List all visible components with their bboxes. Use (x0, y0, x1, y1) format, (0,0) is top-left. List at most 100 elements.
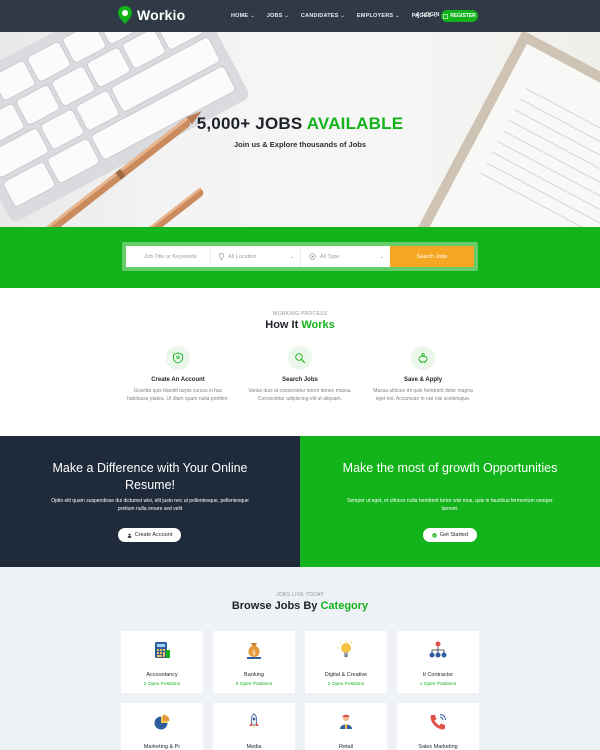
chevron-down-icon: ⌄ (379, 253, 384, 260)
shield-icon (173, 352, 183, 364)
cta-description: Semper ut eget, et ultrices nulla hendre… (347, 498, 553, 512)
login-label: LOGIN (422, 12, 440, 18)
category-name: It Contractor (422, 672, 454, 678)
get-started-button[interactable]: Get Started (423, 528, 477, 542)
step-icon-wrap (166, 346, 190, 370)
edit-icon (443, 13, 449, 19)
lightbulb-icon (337, 640, 355, 657)
cta-growth-panel: Make the most of growth Opportunities Se… (300, 436, 600, 567)
category-card-marketing-pr[interactable]: Marketing & Pr (121, 703, 203, 750)
category-name: Banking (244, 672, 264, 678)
location-pin-icon (219, 253, 224, 260)
hero-title-main: 5,000+ JOBS (196, 114, 303, 133)
hierarchy-icon (429, 641, 447, 658)
menu-item-label: HOME (231, 13, 249, 19)
hero-title: 5,000+ JOBS AVAILABLE (0, 114, 600, 134)
category-count: 2 Open Positions (143, 682, 181, 687)
login-link[interactable]: LOGIN (413, 12, 439, 18)
chevron-down-icon: ⌄ (340, 13, 345, 19)
hero-banner: 5,000+ JOBS AVAILABLE Join us & Explore … (0, 32, 600, 227)
hero-title-accent: AVAILABLE (306, 114, 404, 133)
step-create-account: Create An Account Gravida quis blandit t… (118, 346, 238, 403)
calculator-icon (155, 642, 170, 658)
top-navbar: Workio HOME ⌄ JOBS ⌄ CANDIDATES ⌄ EMPLOYERS… (0, 0, 600, 32)
chevron-down-icon: ⌄ (395, 13, 400, 19)
category-card-digital-creative[interactable]: Digital & Creative 2 Open Positions (305, 631, 387, 693)
menu-item-employers[interactable]: EMPLOYERS ⌄ (357, 13, 400, 19)
cta-resume-panel: Make a Difference with Your Online Resum… (0, 436, 300, 567)
search-icon (295, 353, 306, 364)
chevron-down-icon: ⌄ (250, 13, 255, 19)
section-eyebrow: JOBS LIVE TODAY (276, 592, 324, 598)
worker-icon (340, 714, 352, 729)
svg-text:$: $ (252, 650, 256, 657)
step-search-jobs: Search Jobs Varius duis at consectetur l… (240, 346, 360, 403)
menu-item-label: CANDIDATES (300, 13, 339, 19)
step-description: Massa ultrices mi quis hendrerit dolor m… (373, 388, 473, 402)
menu-item-candidates[interactable]: CANDIDATES ⌄ (301, 13, 345, 19)
category-name: Retail (338, 744, 354, 750)
savings-icon (418, 352, 428, 364)
category-name: Media (246, 744, 262, 750)
category-card-sales-marketing[interactable]: Sales Marketing (397, 703, 479, 750)
category-count: 0 Open Positions (235, 682, 273, 687)
cta-title: Make a Difference with Your Online Resum… (52, 461, 248, 492)
step-description: Gravida quis blandit turpis cursus in ha… (127, 388, 229, 402)
menu-item-label: EMPLOYERS (356, 13, 394, 19)
step-title: Save & Apply (403, 377, 443, 383)
type-value: All Type (320, 253, 340, 260)
main-menu: HOME ⌄ JOBS ⌄ CANDIDATES ⌄ EMPLOYERS ⌄ PAGES… (231, 0, 438, 32)
type-select[interactable]: All Type ⌄ (301, 246, 390, 267)
step-save-apply: Save & Apply Massa ultrices mi quis hend… (363, 346, 483, 403)
section-title-accent: Works (301, 319, 335, 331)
menu-item-label: JOBS (266, 13, 283, 19)
section-title-main: Browse Jobs By (231, 600, 318, 612)
button-label: Get Started (439, 532, 469, 538)
pie-chart-icon (154, 714, 170, 730)
category-card-it-contractor[interactable]: It Contractor 1 Open Positions (397, 631, 479, 693)
brand-name: Workio (137, 7, 186, 23)
step-icon-wrap (411, 346, 435, 370)
category-card-banking[interactable]: $ Banking 0 Open Positions (213, 631, 295, 693)
create-account-button[interactable]: Create Account (118, 528, 181, 542)
money-bag-icon: $ (247, 643, 261, 659)
category-card-retail[interactable]: Retail (305, 703, 387, 750)
category-name: Marketing & Pr (143, 744, 181, 750)
section-eyebrow: WORKING PROCESS (272, 311, 328, 317)
step-title: Search Jobs (282, 377, 318, 383)
location-select[interactable]: All Location ⌄ (211, 246, 301, 267)
step-title: Create An Account (151, 377, 205, 383)
keyword-input[interactable]: Job Title or Keywords (126, 246, 211, 267)
category-name: Digital & Creative (324, 672, 368, 678)
section-title-accent: Category (320, 600, 369, 612)
section-title: Browse Jobs By Category (0, 600, 600, 612)
section-title-main: How It (265, 319, 299, 331)
chevron-down-icon: ⌄ (289, 253, 294, 260)
register-label: REGISTER (450, 13, 476, 19)
register-button[interactable]: REGISTER (441, 10, 478, 22)
phone-icon (430, 714, 446, 730)
step-icon-wrap (288, 346, 312, 370)
location-pin-icon (118, 6, 132, 24)
hero-subtitle: Join us & Explore thousands of Jobs (233, 140, 367, 149)
cta-title: Make the most of growth Opportunities (342, 461, 558, 475)
menu-item-home[interactable]: HOME ⌄ (231, 13, 255, 19)
user-icon (127, 533, 132, 538)
chevron-down-icon: ⌄ (284, 13, 289, 19)
location-value: All Location (228, 253, 257, 260)
category-card-media[interactable]: Media (213, 703, 295, 750)
keyword-placeholder: Job Title or Keywords (144, 253, 197, 260)
category-name: Accountancy (146, 672, 178, 678)
category-count: 2 Open Positions (327, 682, 365, 687)
menu-item-jobs[interactable]: JOBS ⌄ (267, 13, 289, 19)
rocket-icon (249, 712, 259, 729)
login-icon (414, 12, 419, 18)
check-icon (432, 532, 437, 538)
job-search-form: Job Title or Keywords All Location ⌄ All… (126, 246, 474, 267)
button-label: Create Account (134, 532, 173, 538)
brand-logo[interactable]: Workio (118, 6, 185, 24)
cta-description: Optio elit quam suspendisse dui dictumst… (51, 498, 249, 512)
category-name: Sales Marketing (418, 744, 458, 750)
search-jobs-button[interactable]: Search Jobs (390, 246, 474, 267)
category-card-accountancy[interactable]: Accountancy 2 Open Positions (121, 631, 203, 693)
